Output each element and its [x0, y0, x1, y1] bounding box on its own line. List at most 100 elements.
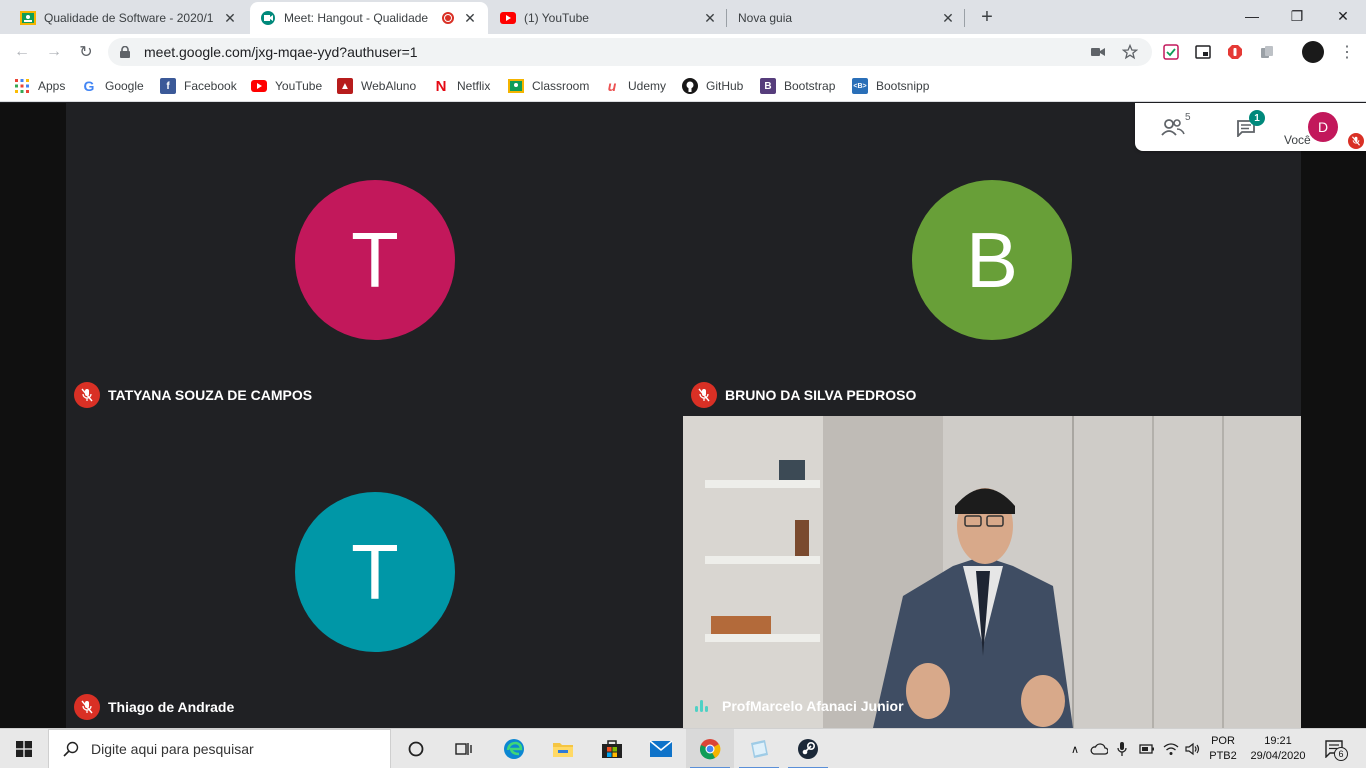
- cortana-button[interactable]: [392, 729, 440, 768]
- tab-separator: [726, 9, 727, 27]
- self-mic-off-icon: [1348, 133, 1364, 149]
- wifi-icon[interactable]: [1162, 729, 1180, 768]
- camera-icon[interactable]: [1090, 44, 1106, 60]
- search-icon: [63, 741, 79, 757]
- action-center-button[interactable]: 6: [1318, 729, 1352, 768]
- bookmark-webaluno[interactable]: ▲ WebAluno: [337, 76, 416, 96]
- cortana-icon: [408, 741, 424, 757]
- bookmark-youtube[interactable]: YouTube: [251, 76, 322, 96]
- lock-icon[interactable]: [120, 45, 134, 59]
- bookmark-github[interactable]: GitHub: [682, 76, 743, 96]
- file-explorer-button[interactable]: [539, 729, 587, 768]
- bookmark-classroom[interactable]: Classroom: [508, 76, 589, 96]
- back-button[interactable]: ←: [10, 40, 34, 64]
- participant-tile[interactable]: T Thiago de Andrade: [66, 416, 683, 728]
- chat-badge: 1: [1249, 110, 1265, 126]
- store-button[interactable]: [588, 729, 636, 768]
- task-view-button[interactable]: [440, 729, 488, 768]
- meet-icon: [260, 10, 276, 26]
- avatar-initial: T: [351, 527, 399, 616]
- bookmark-facebook[interactable]: f Facebook: [160, 76, 237, 96]
- tab-classroom[interactable]: Qualidade de Software - 2020/1 ✕: [10, 2, 248, 34]
- show-hidden-icons-button[interactable]: ∧: [1066, 729, 1084, 768]
- meet-call-area: T TATYANA SOUZA DE CAMPOS B BRUNO DA SIL…: [0, 103, 1366, 728]
- extension-icon[interactable]: [1162, 43, 1180, 61]
- self-avatar[interactable]: D: [1308, 112, 1338, 142]
- bootsnipp-icon: <B>: [852, 78, 868, 94]
- forward-button[interactable]: →: [42, 40, 66, 64]
- restore-button[interactable]: ❐: [1274, 0, 1320, 32]
- close-tab-icon[interactable]: ✕: [462, 10, 478, 26]
- bookmark-label: Apps: [38, 79, 66, 93]
- bookmark-label: Google: [105, 79, 144, 93]
- avatar-initial: T: [351, 215, 399, 304]
- mic-off-icon: [74, 382, 100, 408]
- tab-new[interactable]: Nova guia ✕: [728, 2, 966, 34]
- bookmark-bootsnipp[interactable]: <B> Bootsnipp: [852, 76, 929, 96]
- bookmark-apps[interactable]: Apps: [14, 76, 65, 96]
- mail-button[interactable]: [637, 729, 685, 768]
- call-info-panel: 5 1 D Você: [1135, 103, 1366, 151]
- menu-icon[interactable]: ⋮: [1338, 43, 1356, 61]
- bookmark-label: Facebook: [184, 79, 237, 93]
- notes-app-button[interactable]: [735, 729, 783, 768]
- chrome-button[interactable]: [686, 729, 734, 768]
- bookmark-udemy[interactable]: u Udemy: [604, 76, 666, 96]
- participant-video-tile[interactable]: ProfMarcelo Afanaci Junior: [683, 416, 1301, 728]
- participants-count: 5: [1185, 112, 1191, 123]
- microphone-icon[interactable]: [1114, 729, 1130, 768]
- taskbar-search-box[interactable]: Digite aqui para pesquisar: [48, 729, 391, 768]
- steam-button[interactable]: [784, 729, 832, 768]
- onedrive-icon[interactable]: [1088, 729, 1110, 768]
- people-icon: [1161, 119, 1185, 136]
- bookmark-label: GitHub: [706, 79, 744, 93]
- address-bar[interactable]: meet.google.com/jxg-mqae-yyd?authuser=1: [108, 38, 1152, 66]
- bookmark-star-icon[interactable]: [1122, 44, 1138, 60]
- close-window-button[interactable]: ✕: [1320, 0, 1366, 32]
- battery-icon[interactable]: [1138, 729, 1156, 768]
- picture-in-picture-icon[interactable]: [1194, 43, 1212, 61]
- github-icon: [682, 78, 698, 94]
- participants-button[interactable]: 5: [1157, 112, 1191, 139]
- close-tab-icon[interactable]: ✕: [702, 10, 718, 26]
- bookmark-netflix[interactable]: N Netflix: [433, 76, 491, 96]
- task-view-icon: [455, 743, 472, 755]
- bookmark-label: Bootstrap: [784, 79, 836, 93]
- volume-icon[interactable]: [1184, 729, 1202, 768]
- keyboard-layout: PTB2: [1209, 750, 1237, 762]
- reload-button[interactable]: ↻: [74, 40, 98, 64]
- speaking-indicator-icon: [695, 700, 708, 712]
- clock[interactable]: 19:21 29/04/2020: [1244, 729, 1312, 768]
- bookmark-label: Netflix: [457, 79, 491, 93]
- bookmark-label: WebAluno: [361, 79, 417, 93]
- tab-youtube[interactable]: (1) YouTube ✕: [490, 2, 728, 34]
- adblock-icon[interactable]: [1226, 43, 1244, 61]
- new-tab-button[interactable]: +: [976, 6, 998, 28]
- close-tab-icon[interactable]: ✕: [940, 10, 956, 26]
- bookmark-google[interactable]: G Google: [81, 76, 144, 96]
- chat-button[interactable]: 1: [1231, 110, 1265, 141]
- edge-button[interactable]: [490, 729, 538, 768]
- url-text: meet.google.com/jxg-mqae-yyd?authuser=1: [144, 44, 418, 60]
- bookmark-bootstrap[interactable]: B Bootstrap: [760, 76, 835, 96]
- tab-title: (1) YouTube: [524, 11, 589, 25]
- extension-puzzle-icon[interactable]: [1258, 43, 1276, 61]
- participant-nameplate: TATYANA SOUZA DE CAMPOS: [74, 382, 312, 408]
- participant-tile[interactable]: T TATYANA SOUZA DE CAMPOS: [66, 103, 683, 415]
- tab-meet[interactable]: Meet: Hangout - Qualidade ✕: [250, 2, 488, 34]
- windows-taskbar: Digite aqui para pesquisar ∧ POR PTB2 19…: [0, 728, 1366, 768]
- minimize-button[interactable]: —: [1229, 0, 1275, 32]
- input-language-indicator[interactable]: POR PTB2: [1206, 729, 1240, 768]
- youtube-icon: [500, 10, 516, 26]
- start-button[interactable]: [0, 729, 48, 768]
- classroom-icon: [20, 10, 36, 26]
- bookmark-label: YouTube: [275, 79, 323, 93]
- bootstrap-icon: B: [760, 78, 776, 94]
- close-tab-icon[interactable]: ✕: [222, 10, 238, 26]
- self-avatar-initial: D: [1317, 119, 1329, 135]
- bookmark-label: Udemy: [628, 79, 667, 93]
- profile-avatar[interactable]: [1302, 41, 1324, 63]
- bookmarks-bar: Apps G Google f Facebook YouTube ▲ WebAl…: [0, 70, 1366, 102]
- browser-toolbar: ← → ↻ meet.google.com/jxg-mqae-yyd?authu…: [0, 34, 1366, 70]
- browser-tab-strip: Qualidade de Software - 2020/1 ✕ Meet: H…: [0, 0, 1366, 34]
